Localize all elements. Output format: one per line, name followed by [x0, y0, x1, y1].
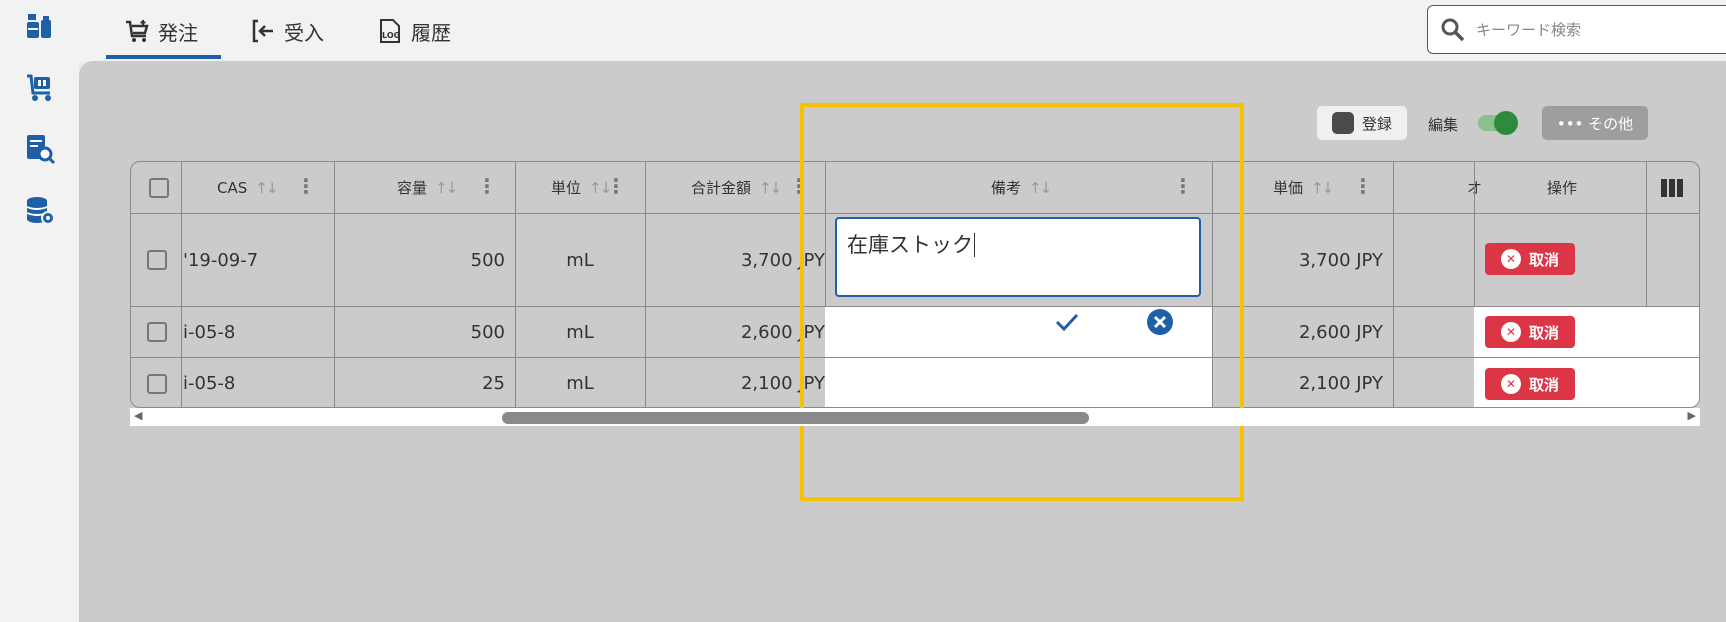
unit-price-header-label: 単価 — [1273, 179, 1304, 197]
column-header-unit[interactable]: 単位 ↑↓ — [551, 162, 612, 213]
row-checkbox[interactable] — [147, 373, 167, 394]
search-input[interactable] — [1476, 20, 1706, 39]
tab-order[interactable]: 発注 — [124, 14, 198, 48]
column-header-unit-price[interactable]: 単価 ↑↓ — [1273, 162, 1334, 213]
column-header-total[interactable]: 合計金額 ↑↓ — [691, 162, 782, 213]
database-settings-icon[interactable] — [24, 195, 56, 227]
total-cell: 2,100 JPY — [740, 373, 825, 394]
close-circle-icon: ✕ — [1500, 322, 1521, 342]
register-label: 登録 — [1361, 114, 1392, 133]
document-search-icon[interactable] — [24, 133, 56, 165]
horizontal-scrollbar[interactable]: ◀ ▶ — [130, 408, 1700, 426]
cancel-label: 取消 — [1528, 375, 1559, 394]
svg-text:LOG: LOG — [382, 31, 400, 40]
cancel-label: 取消 — [1528, 250, 1559, 269]
cancel-label: 取消 — [1528, 323, 1559, 342]
other-button[interactable]: ••• その他 — [1542, 106, 1648, 140]
column-menu-icon[interactable]: ⋮ — [606, 174, 626, 198]
row-checkbox[interactable] — [147, 322, 167, 342]
row-checkbox[interactable] — [147, 250, 167, 270]
cas-cell: i-05-8 — [183, 373, 236, 394]
close-circle-icon: ✕ — [1500, 374, 1521, 394]
tab-history-label: 履歴 — [411, 20, 451, 45]
total-cell: 2,600 JPY — [740, 321, 825, 343]
cart-icon — [126, 20, 149, 42]
cancel-button[interactable]: ✕ 取消 — [1485, 368, 1575, 400]
volume-cell: 25 — [482, 373, 505, 394]
log-icon: LOG — [380, 19, 400, 43]
tab-history[interactable]: LOG 履歴 — [377, 14, 451, 48]
chemicals-icon[interactable] — [24, 10, 56, 42]
sort-icon[interactable]: ↑↓ — [255, 179, 278, 197]
toggle-knob — [1494, 111, 1518, 135]
volume-cell: 500 — [470, 249, 505, 271]
total-header-label: 合計金額 — [691, 179, 752, 197]
database-icon — [1331, 112, 1354, 134]
column-menu-icon[interactable]: ⋮ — [296, 174, 316, 198]
unit-cell: mL — [566, 249, 594, 271]
volume-cell: 500 — [470, 321, 505, 343]
search-icon — [1441, 18, 1465, 41]
sort-icon[interactable]: ↑↓ — [759, 179, 782, 197]
cas-cell: '19-09-7 — [183, 249, 259, 271]
unit-header-label: 単位 — [551, 179, 582, 197]
highlight-box — [800, 103, 1244, 501]
edit-label: 編集 — [1428, 116, 1459, 134]
volume-header-label: 容量 — [397, 179, 428, 197]
column-menu-icon[interactable]: ⋮ — [1353, 174, 1373, 198]
active-tab-indicator — [106, 55, 221, 59]
search-box[interactable] — [1427, 5, 1726, 54]
cas-cell: i-05-8 — [183, 321, 236, 343]
scroll-left-icon[interactable]: ◀ — [134, 409, 142, 422]
sign-in-icon — [252, 19, 273, 43]
register-button[interactable]: 登録 — [1317, 106, 1407, 140]
column-picker-button[interactable] — [1661, 162, 1683, 213]
edit-toggle[interactable] — [1478, 111, 1518, 135]
scrollbar-thumb[interactable] — [502, 412, 1089, 424]
tab-receive-label: 受入 — [284, 20, 324, 45]
other-label: ••• その他 — [1556, 114, 1634, 133]
sort-icon[interactable]: ↑↓ — [1311, 179, 1334, 197]
sidebar — [0, 0, 79, 622]
total-cell: 3,700 JPY — [740, 249, 825, 271]
select-all-checkbox[interactable] — [149, 177, 169, 198]
column-header-actions: 操作 — [1547, 162, 1577, 213]
columns-icon — [1661, 178, 1683, 197]
cancel-button[interactable]: ✕ 取消 — [1485, 243, 1575, 275]
scroll-right-icon[interactable]: ▶ — [1688, 409, 1696, 422]
cart-icon[interactable] — [24, 71, 56, 103]
tab-receive[interactable]: 受入 — [250, 14, 324, 48]
unit-cell: mL — [566, 321, 594, 343]
sort-icon[interactable]: ↑↓ — [435, 179, 458, 197]
column-header-cas[interactable]: CAS ↑↓ — [217, 162, 278, 213]
unit-cell: mL — [566, 373, 594, 394]
select-all-header[interactable] — [149, 162, 169, 213]
column-header-volume[interactable]: 容量 ↑↓ — [397, 162, 458, 213]
tab-order-label: 発注 — [158, 20, 198, 45]
actions-header-label: 操作 — [1547, 179, 1578, 197]
close-circle-icon: ✕ — [1500, 249, 1521, 269]
cas-header-label: CAS — [217, 178, 248, 197]
column-menu-icon[interactable]: ⋮ — [477, 174, 497, 198]
cancel-button[interactable]: ✕ 取消 — [1485, 316, 1575, 348]
